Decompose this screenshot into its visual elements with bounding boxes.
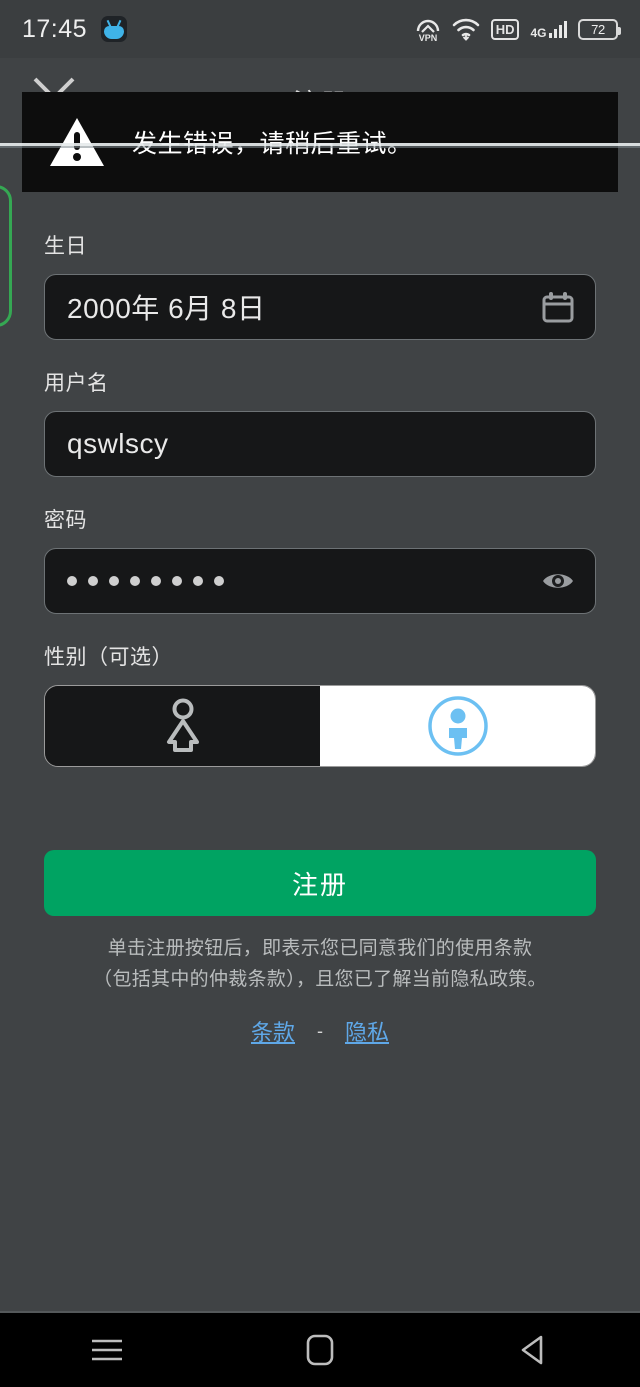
battery-icon: 72 <box>578 18 621 40</box>
password-field: 密码 <box>0 504 640 614</box>
register-button[interactable]: 注册 <box>44 850 596 916</box>
birthday-field: 生日 2000年 6月 8日 <box>0 230 640 340</box>
birthday-label: 生日 <box>44 235 87 258</box>
phone-screen: 17:45 VPN HD 4G 72 生日 2000年 6月 8日 用户名 qs… <box>0 0 640 1387</box>
birthday-input[interactable]: 2000年 6月 8日 <box>44 274 596 340</box>
hd-icon: HD <box>490 18 520 40</box>
password-input[interactable] <box>44 548 596 614</box>
wifi-icon <box>452 18 480 41</box>
password-label: 密码 <box>44 509 87 532</box>
privacy-link[interactable]: 隐私 <box>345 1015 389 1047</box>
vpn-icon: VPN <box>416 19 439 42</box>
female-person-icon <box>166 698 199 752</box>
legal-links: 条款 - 隐私 <box>44 1015 596 1047</box>
network-type-icon: 4G <box>530 20 567 40</box>
svg-text:VPN: VPN <box>418 33 437 42</box>
menu-icon <box>91 1339 122 1361</box>
error-toast-message: 发生错误，请稍后重试。 <box>132 124 413 160</box>
nav-menu-button[interactable] <box>0 1335 213 1365</box>
error-toast[interactable]: 发生错误，请稍后重试。 <box>22 92 618 192</box>
gender-field: 性别（可选） <box>0 641 640 767</box>
nav-back-button[interactable] <box>427 1333 640 1367</box>
screen-artifact-line-shadow <box>0 146 640 148</box>
submit-section: 注册 单击注册按钮后，即表示您已同意我们的使用条款（包括其中的仲裁条款），且您已… <box>0 850 640 1047</box>
network-type-label: 4G <box>530 25 547 40</box>
nav-home-button[interactable] <box>213 1333 426 1367</box>
back-icon <box>522 1335 543 1365</box>
terms-link[interactable]: 条款 <box>251 1015 295 1047</box>
password-masked-value <box>67 576 541 586</box>
battery-level: 72 <box>591 21 605 37</box>
birthday-value: 2000年 6月 8日 <box>67 293 266 324</box>
calendar-icon[interactable] <box>541 290 575 324</box>
links-separator: - <box>317 1020 323 1041</box>
gender-label: 性别（可选） <box>44 646 173 669</box>
status-bar-right: VPN HD 4G 72 <box>415 16 621 42</box>
android-nav-bar <box>0 1311 640 1387</box>
status-bar: 17:45 VPN HD 4G 72 <box>0 0 640 58</box>
home-icon <box>306 1334 334 1366</box>
eye-icon[interactable] <box>541 564 575 598</box>
gender-option-female[interactable] <box>45 686 320 766</box>
signal-bars-icon <box>548 20 567 38</box>
username-label: 用户名 <box>44 372 109 395</box>
status-clock: 17:45 <box>22 14 88 43</box>
username-field: 用户名 qswlscy <box>0 367 640 477</box>
status-bar-left: 17:45 <box>22 14 128 44</box>
bilibili-app-icon <box>101 16 128 42</box>
legal-disclaimer: 单击注册按钮后，即表示您已同意我们的使用条款（包括其中的仲裁条款），且您已了解当… <box>93 938 547 990</box>
gender-selector <box>44 685 596 767</box>
username-value: qswlscy <box>67 428 169 459</box>
warning-triangle-icon <box>50 118 104 166</box>
male-person-circle-icon <box>427 696 488 756</box>
username-input[interactable]: qswlscy <box>44 411 596 477</box>
gender-option-male[interactable] <box>320 686 595 766</box>
registration-form: 生日 2000年 6月 8日 用户名 qswlscy 密码 性别（可选） 注册 … <box>0 230 640 1047</box>
